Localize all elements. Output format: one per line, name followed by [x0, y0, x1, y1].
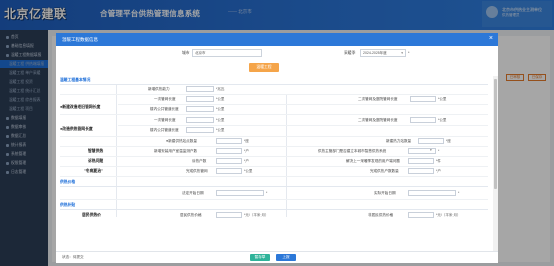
- form-content: 温暖工程基本情况 新增供热能力 *兆瓦 ●新建改造老旧管网长度 一次管网长度 *…: [56, 76, 492, 251]
- smart-system-label: 供热主管部门是否建立本城市智慧供热系统: [318, 149, 387, 153]
- unit-km: *公里: [216, 118, 225, 122]
- unit-km: *公里: [216, 97, 225, 101]
- unit-seat: *座: [446, 139, 451, 143]
- legal-start-date-label: 法定开始日期: [182, 191, 204, 195]
- group-new-pipeline: ●新建改造老旧管网长度: [60, 105, 101, 109]
- new-station-label: ●新建供热站点数量: [166, 139, 197, 143]
- row-divider: [60, 146, 488, 147]
- unit-price: *元/（平米·月）: [244, 213, 269, 217]
- year-label: 采暖季: [344, 51, 356, 55]
- unit-km: *公里: [438, 118, 447, 122]
- new-heat-station-label: 新建热力站数量: [386, 139, 412, 143]
- unit-case: *件: [436, 159, 441, 163]
- unit-km: *公里: [216, 128, 225, 132]
- row-divider: [60, 114, 488, 115]
- group-smart-heating: 智慧供热: [88, 149, 104, 153]
- legal-start-date-input[interactable]: [216, 190, 264, 196]
- required-mark: *: [458, 191, 460, 195]
- residential-price-input[interactable]: [216, 212, 242, 218]
- unit-household: *户: [436, 169, 441, 173]
- resolved-issues-input[interactable]: [408, 158, 434, 164]
- tab-warm-project[interactable]: 温暖工程: [249, 63, 279, 72]
- non-residential-price-input[interactable]: [408, 212, 434, 218]
- chevron-down-icon: ▾: [430, 148, 432, 152]
- indoor-pipe-label: 楼内公共管道长度: [150, 107, 179, 111]
- divider: [60, 84, 488, 85]
- section-price-title: 供热价格: [60, 180, 76, 184]
- secondary-pipe-label: 二次管网及庭院管网长度: [358, 118, 398, 122]
- unit-household: *户: [244, 159, 249, 163]
- data-modal: 温暖工程数据信息 × 城市 北京市 采暖季 2024-2025年度 ▾ * 温暖…: [56, 33, 498, 263]
- primary-pipe-label: 一次管网长度: [154, 97, 176, 101]
- indoor-pipe-label: 楼内公共管道长度: [150, 128, 179, 132]
- new-heat-capacity-input[interactable]: [186, 86, 214, 92]
- unit-price: *元/（平米·月）: [436, 213, 461, 217]
- divider: [116, 85, 117, 217]
- submit-button[interactable]: 上报: [276, 254, 296, 261]
- filter-row: 城市 北京市 采暖季 2024-2025年度 ▾ *: [56, 48, 498, 60]
- unit-mw: *兆瓦: [216, 87, 225, 91]
- new-heat-station-input[interactable]: [418, 138, 444, 144]
- row-divider: [60, 176, 488, 177]
- required-mark: *: [266, 191, 268, 195]
- indoor-pipe-input[interactable]: [186, 127, 214, 133]
- divider: [60, 209, 488, 210]
- room-temp-monitor-input[interactable]: [216, 148, 242, 154]
- group-residential-price: 居民供热价: [82, 213, 101, 217]
- row-divider: [60, 94, 488, 95]
- status-text: 状态：待提交: [62, 255, 84, 259]
- row-divider: [60, 156, 488, 157]
- section-basic-title: 温暖工程基本情况: [60, 78, 91, 82]
- actual-start-date-input[interactable]: [408, 190, 456, 196]
- year-required: *: [408, 51, 410, 55]
- city-label: 城市: [182, 51, 190, 55]
- group-complaint: 诉热问题: [88, 159, 104, 163]
- close-icon[interactable]: ×: [489, 35, 493, 43]
- complaint-count-label: 诉热户数: [192, 159, 207, 163]
- divider: [60, 186, 488, 187]
- actual-start-date-label: 实际开始日期: [374, 191, 396, 195]
- modal-footer: 状态：待提交 暂存草 上报: [56, 251, 498, 263]
- modal-title: 温暖工程数据信息: [62, 37, 98, 42]
- non-residential-price-label: 非居民供热价格: [368, 213, 394, 217]
- required-mark: *: [438, 149, 440, 153]
- primary-pipe-input[interactable]: [186, 96, 214, 102]
- section-subsidy-title: 供热补贴: [60, 203, 76, 207]
- row-divider: [60, 136, 488, 137]
- save-draft-button[interactable]: 暂存草: [250, 254, 270, 261]
- city-field[interactable]: 北京市: [192, 49, 262, 57]
- group-summer-maintenance: "冬病夏治": [84, 169, 103, 173]
- indoor-pipe-input[interactable]: [186, 106, 214, 112]
- secondary-pipe-input[interactable]: [410, 96, 436, 102]
- unit-household: *户: [244, 149, 249, 153]
- year-select[interactable]: 2024-2025年度 ▾: [360, 49, 406, 57]
- completed-households-label: 完成供热户数数量: [370, 169, 399, 173]
- completed-pipe-label: 完成供热管网: [186, 169, 208, 173]
- secondary-pipe-label: 二次管网及庭院管网长度: [358, 97, 398, 101]
- complaint-count-input[interactable]: [216, 158, 242, 164]
- scroll-thumb[interactable]: [494, 79, 497, 189]
- unit-km: *公里: [216, 107, 225, 111]
- row-divider: [118, 104, 488, 105]
- modal-header: 温暖工程数据信息 ×: [56, 33, 498, 46]
- unit-seat: *座: [244, 139, 249, 143]
- unit-km: *公里: [438, 97, 447, 101]
- residential-price-label: 居民供热价格: [180, 213, 202, 217]
- primary-pipe-label: 一次管网长度: [154, 118, 176, 122]
- row-divider: [60, 199, 488, 200]
- primary-pipe-input[interactable]: [186, 117, 214, 123]
- unit-km: *公里: [244, 169, 253, 173]
- new-station-input[interactable]: [216, 138, 242, 144]
- completed-pipe-input[interactable]: [216, 168, 242, 174]
- room-temp-monitor-label: 新增安装用户室温监测户数: [154, 149, 198, 153]
- resolved-issues-label: 解决上一采暖季发现的用户端问题: [346, 159, 400, 163]
- group-renovate-pipeline: ●改造供热管网长度: [60, 127, 93, 131]
- scrollbar[interactable]: [493, 76, 498, 251]
- chevron-down-icon: ▾: [401, 51, 403, 55]
- row-divider: [60, 166, 488, 167]
- secondary-pipe-input[interactable]: [410, 117, 436, 123]
- new-heat-capacity-label: 新增供热能力: [148, 87, 170, 91]
- completed-households-input[interactable]: [408, 168, 434, 174]
- row-divider: [118, 125, 488, 126]
